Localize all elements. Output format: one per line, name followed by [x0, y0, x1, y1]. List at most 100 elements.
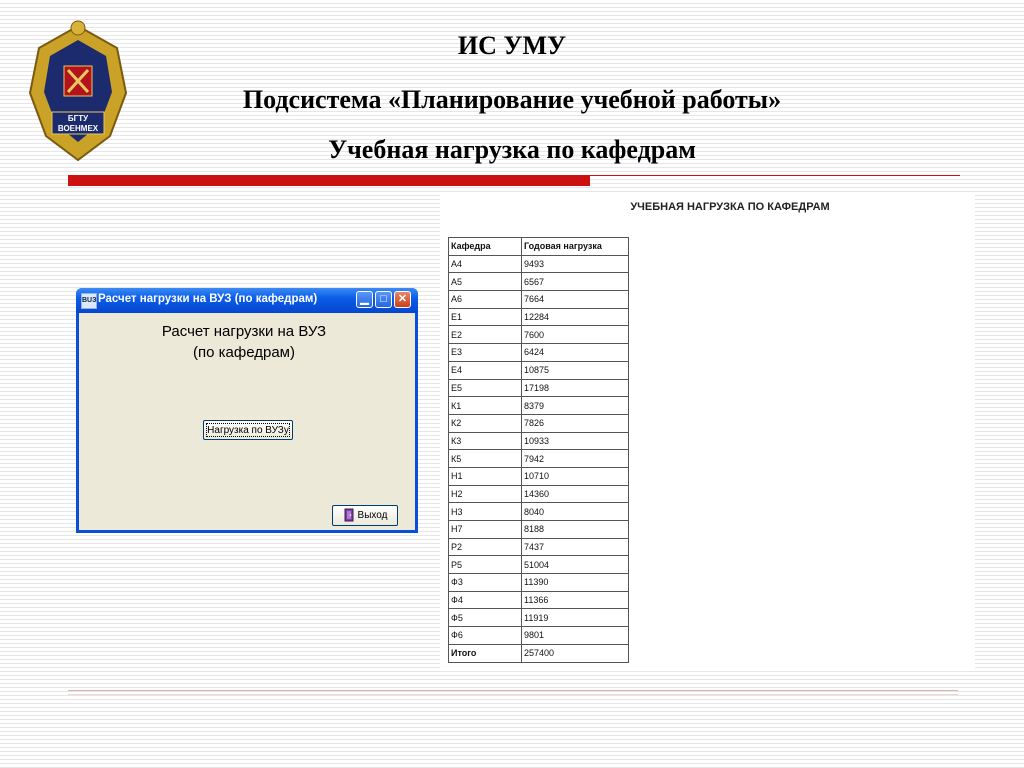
window-heading-line1: Расчет нагрузки на ВУЗ [161, 323, 327, 340]
slide-section-title: Учебная нагрузка по кафедрам [328, 135, 696, 164]
cell-annual-load: 11390 [521, 573, 629, 592]
minimize-icon: ▁ [360, 293, 369, 305]
table-row: Н7 8188 [448, 520, 629, 539]
cell-department: К5 [448, 449, 522, 468]
report-panel: УЧЕБНАЯ НАГРУЗКА ПО КАФЕДРАМ Кафедра Год… [440, 195, 975, 670]
cell-annual-load: 11919 [521, 608, 629, 628]
cell-annual-load: 10933 [521, 431, 629, 451]
cell-department: Н7 [448, 520, 522, 539]
table-header-row: Кафедра Годовая нагрузка [448, 237, 629, 256]
cell-annual-load: 8188 [521, 520, 629, 539]
maximize-button[interactable]: □ [375, 291, 392, 308]
table-row: Ф5 11919 [448, 608, 629, 628]
table-row: Ф4 11366 [448, 590, 629, 610]
cell-department: К3 [448, 431, 522, 451]
cell-department: Р5 [448, 555, 522, 575]
cell-department: К2 [448, 413, 522, 433]
workload-table: Кафедра Годовая нагрузка А4 9493 А5 6567 А6 7… [448, 237, 629, 663]
cell-department: Е3 [448, 343, 522, 362]
cell-department: Е5 [448, 378, 522, 398]
slide-title: ИС УМУ [457, 31, 567, 60]
exit-door-icon [344, 508, 354, 522]
footer-divider-secondary [68, 694, 958, 695]
table-row: Ф6 9801 [448, 626, 629, 645]
cell-department: Ф3 [448, 573, 522, 592]
table-row: К3 10933 [448, 431, 629, 451]
table-row: К5 7942 [448, 449, 629, 468]
cell-department: Ф6 [448, 626, 522, 645]
table-row: Р5 51004 [448, 555, 629, 575]
window-heading: Расчет нагрузки на ВУЗ (по кафедрам) [79, 321, 409, 363]
maximize-icon: □ [380, 293, 387, 305]
cell-department: А6 [448, 290, 522, 309]
load-by-university-button[interactable]: Нагрузка по ВУЗу [203, 420, 293, 440]
cell-total-label: Итого [448, 643, 522, 663]
cell-annual-load: 6567 [521, 272, 629, 292]
cell-annual-load: 9493 [521, 254, 629, 274]
cell-annual-load: 7942 [521, 449, 629, 468]
exit-button[interactable]: Выход [332, 505, 398, 526]
window-titlebar[interactable]: BUЗ Расчет нагрузки на ВУЗ (по кафедрам)… [76, 288, 418, 313]
report-title: УЧЕБНАЯ НАГРУЗКА ПО КАФЕДРАМ [630, 201, 830, 213]
table-row: А4 9493 [448, 254, 629, 274]
column-header-annual-load: Годовая нагрузка [521, 237, 629, 256]
table-row: А5 6567 [448, 272, 629, 292]
table-row: Н2 14360 [448, 484, 629, 504]
workload-calc-window: BUЗ Расчет нагрузки на ВУЗ (по кафедрам)… [76, 288, 418, 533]
cell-department: Р2 [448, 537, 522, 557]
accent-bar [68, 175, 590, 186]
table-row: Р2 7437 [448, 537, 629, 557]
cell-annual-load: 7437 [521, 537, 629, 557]
cell-annual-load: 9801 [521, 626, 629, 645]
minimize-button[interactable]: ▁ [356, 291, 373, 308]
table-row: Е3 6424 [448, 343, 629, 362]
cell-annual-load: 51004 [521, 555, 629, 575]
cell-annual-load: 12284 [521, 307, 629, 327]
cell-annual-load: 7600 [521, 325, 629, 345]
table-row: Е4 10875 [448, 360, 629, 380]
cell-annual-load: 17198 [521, 378, 629, 398]
table-row: А6 7664 [448, 290, 629, 309]
cell-annual-load: 8379 [521, 396, 629, 415]
cell-annual-load: 10875 [521, 360, 629, 380]
window-heading-line2: (по кафедрам) [193, 344, 295, 361]
table-row: К1 8379 [448, 396, 629, 415]
cell-annual-load: 10710 [521, 466, 629, 486]
cell-department: А5 [448, 272, 522, 292]
window-title: Расчет нагрузки на ВУЗ (по кафедрам) [98, 293, 318, 305]
close-button[interactable]: ✕ [394, 291, 411, 308]
accent-line [590, 175, 960, 176]
cell-department: Н1 [448, 466, 522, 486]
cell-department: Е2 [448, 325, 522, 345]
close-icon: ✕ [397, 293, 408, 305]
cell-department: Н3 [448, 502, 522, 521]
cell-total-value: 257400 [521, 643, 629, 663]
cell-annual-load: 7664 [521, 290, 629, 309]
slide-subtitle: Подсистема «Планирование учебной работы» [242, 85, 782, 114]
table-row: Ф3 11390 [448, 573, 629, 592]
table-row: Н1 10710 [448, 466, 629, 486]
cell-department: К1 [448, 396, 522, 415]
column-header-department: Кафедра [448, 237, 522, 256]
footer-divider [68, 690, 958, 691]
cell-department: Н2 [448, 484, 522, 504]
cell-annual-load: 7826 [521, 413, 629, 433]
window-client-area: Расчет нагрузки на ВУЗ (по кафедрам) Наг… [79, 313, 415, 530]
cell-annual-load: 11366 [521, 590, 629, 610]
cell-department: Е4 [448, 360, 522, 380]
table-row: К2 7826 [448, 413, 629, 433]
table-row: Е1 12284 [448, 307, 629, 327]
table-row: Е2 7600 [448, 325, 629, 345]
app-icon: BUЗ [81, 293, 97, 309]
table-row: Н3 8040 [448, 502, 629, 521]
cell-department: А4 [448, 254, 522, 274]
table-total-row: Итого 257400 [448, 643, 629, 663]
cell-annual-load: 14360 [521, 484, 629, 504]
table-row: Е5 17198 [448, 378, 629, 398]
cell-annual-load: 8040 [521, 502, 629, 521]
logo-text-mid: ВОЕНМЕХ [58, 124, 99, 133]
exit-button-label: Выход [357, 510, 388, 521]
cell-department: Ф4 [448, 590, 522, 610]
cell-annual-load: 6424 [521, 343, 629, 362]
cell-department: Ф5 [448, 608, 522, 628]
